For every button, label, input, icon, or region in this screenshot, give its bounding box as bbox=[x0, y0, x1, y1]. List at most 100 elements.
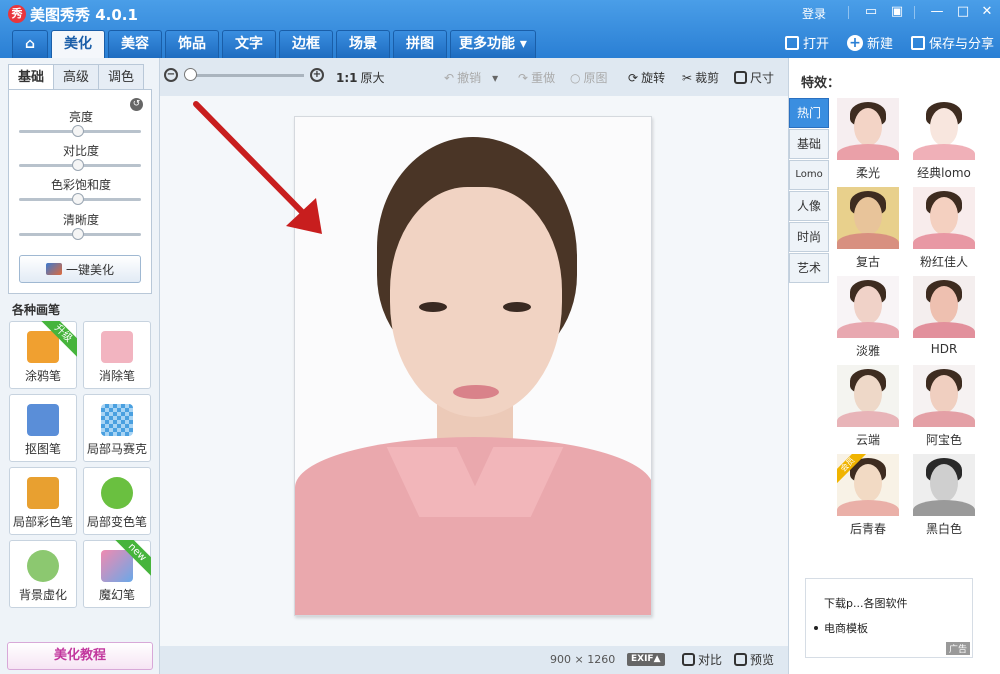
vip-label: 会员 bbox=[837, 454, 867, 484]
message-icon[interactable]: ▭ bbox=[860, 3, 882, 21]
chevron-down-icon[interactable]: ▾ bbox=[492, 71, 498, 85]
brush-recolor[interactable]: 局部变色笔 bbox=[83, 467, 151, 535]
subtab-color[interactable]: 调色 bbox=[98, 64, 144, 90]
effect-item[interactable]: 柔光 bbox=[833, 98, 903, 181]
brightness-knob[interactable] bbox=[72, 125, 84, 137]
minimize-icon[interactable]: — bbox=[926, 3, 948, 21]
effect-label: 后青春 bbox=[849, 522, 886, 536]
redo-button[interactable]: ↷ 重做 bbox=[518, 69, 555, 86]
effect-label: 黑白色 bbox=[925, 522, 962, 536]
brightness-label: 亮度 bbox=[68, 110, 93, 124]
brush-magic[interactable]: 魔幻笔 new bbox=[83, 540, 151, 608]
contrast-knob[interactable] bbox=[72, 159, 84, 171]
effect-thumbnail bbox=[913, 98, 975, 160]
compare-button[interactable]: 对比 bbox=[682, 651, 722, 668]
thumb-face bbox=[854, 286, 882, 324]
maximize-icon[interactable]: □ bbox=[952, 3, 974, 21]
tab-beautify[interactable]: 美化 bbox=[51, 30, 105, 58]
open-button[interactable]: 打开 bbox=[784, 33, 829, 52]
portrait-photo[interactable] bbox=[294, 116, 652, 616]
one-key-label: 一键美化 bbox=[65, 262, 114, 277]
thumb-face bbox=[930, 375, 958, 413]
brush-bg-blur[interactable]: 背景虚化 bbox=[9, 540, 77, 608]
effect-thumbnail bbox=[837, 276, 899, 338]
saturation-knob[interactable] bbox=[72, 193, 84, 205]
tab-scene[interactable]: 场景 bbox=[336, 30, 390, 58]
effect-item[interactable]: 黑白色 bbox=[909, 454, 979, 537]
thumb-shirt bbox=[913, 233, 975, 249]
ad-box[interactable]: 下载p...各图软件 电商模板 广告 bbox=[805, 578, 973, 658]
tab-home[interactable]: ⌂ bbox=[12, 30, 48, 58]
brush-eraser[interactable]: 消除笔 bbox=[83, 321, 151, 389]
category-basic[interactable]: 基础 bbox=[789, 129, 829, 159]
image-width: 900 bbox=[550, 653, 571, 666]
effect-item[interactable]: 复古 bbox=[833, 187, 903, 270]
thumb-face bbox=[930, 108, 958, 146]
brush-doodle[interactable]: 涂鸦笔 升级 bbox=[9, 321, 77, 389]
brush-label: 魔幻笔 bbox=[98, 588, 135, 602]
preview-button[interactable]: 预览 bbox=[734, 651, 774, 668]
brush-label: 消除笔 bbox=[98, 369, 135, 383]
new-ribbon: new bbox=[115, 540, 151, 576]
sharpness-knob[interactable] bbox=[72, 228, 84, 240]
effect-thumbnail bbox=[837, 98, 899, 160]
menu-icon[interactable]: ▣ bbox=[886, 3, 908, 21]
thumb-face bbox=[930, 464, 958, 502]
subtab-advanced[interactable]: 高级 bbox=[53, 64, 99, 90]
zoom-ratio: 1:1 bbox=[336, 70, 358, 85]
login-link[interactable]: 登录 bbox=[802, 5, 826, 22]
effect-item[interactable]: 淡雅 bbox=[833, 276, 903, 359]
save-share-button[interactable]: 保存与分享 bbox=[910, 33, 994, 52]
effect-item[interactable]: 会员后青春 bbox=[833, 454, 903, 537]
brushes-heading: 各种画笔 bbox=[12, 303, 61, 317]
zoom-in-icon[interactable]: + bbox=[310, 68, 324, 82]
tab-more[interactable]: 更多功能 ▾ bbox=[450, 30, 536, 58]
divider bbox=[914, 6, 915, 19]
brush-mosaic[interactable]: 局部马赛克 bbox=[83, 394, 151, 462]
rotate-button[interactable]: ⟳ 旋转 bbox=[628, 69, 665, 86]
subtab-basic[interactable]: 基础 bbox=[8, 64, 54, 90]
category-art[interactable]: 艺术 bbox=[789, 253, 829, 283]
category-fashion[interactable]: 时尚 bbox=[789, 222, 829, 252]
tab-text[interactable]: 文字 bbox=[222, 30, 276, 58]
category-hot[interactable]: 热门 bbox=[789, 98, 829, 128]
original-size-button[interactable]: 1:1 原大 bbox=[336, 69, 385, 86]
close-icon[interactable]: ✕ bbox=[976, 3, 998, 21]
tab-accessories[interactable]: 饰品 bbox=[165, 30, 219, 58]
photo-eye bbox=[419, 302, 447, 312]
crop-button[interactable]: ✂ 裁剪 bbox=[682, 69, 719, 86]
crop-label: 裁剪 bbox=[695, 71, 720, 85]
new-button[interactable]: + 新建 bbox=[846, 33, 893, 52]
undo-button[interactable]: ↶ 撤销 ▾ bbox=[444, 69, 498, 86]
tutorial-button[interactable]: 美化教程 bbox=[7, 642, 153, 670]
zoom-slider[interactable] bbox=[186, 74, 304, 77]
original-button[interactable]: ○ 原图 bbox=[570, 69, 608, 86]
effect-item[interactable]: 粉红佳人 bbox=[909, 187, 979, 270]
divider bbox=[848, 6, 849, 19]
tab-collage[interactable]: 拼图 bbox=[393, 30, 447, 58]
new-label: 新建 bbox=[866, 37, 893, 52]
brush-cutout[interactable]: 抠图笔 bbox=[9, 394, 77, 462]
zoom-out-icon[interactable]: − bbox=[164, 68, 178, 82]
category-portrait[interactable]: 人像 bbox=[789, 191, 829, 221]
folder-icon bbox=[784, 35, 799, 50]
ad-text: 下载p...各图软件 bbox=[824, 597, 908, 610]
category-lomo[interactable]: Lomo bbox=[789, 160, 829, 190]
tab-makeup[interactable]: 美容 bbox=[108, 30, 162, 58]
zoom-knob[interactable] bbox=[184, 68, 197, 81]
effect-item[interactable]: HDR bbox=[909, 276, 979, 356]
tab-border[interactable]: 边框 bbox=[279, 30, 333, 58]
effect-item[interactable]: 经典lomo bbox=[909, 98, 979, 181]
ad-tag: 广告 bbox=[945, 642, 970, 655]
effect-thumbnail bbox=[837, 365, 899, 427]
redo-label: 重做 bbox=[531, 71, 556, 85]
resize-button[interactable]: 尺寸 bbox=[734, 69, 774, 86]
exif-button[interactable]: EXIF▲ bbox=[627, 653, 665, 666]
mosaic-icon bbox=[101, 404, 133, 436]
effect-item[interactable]: 阿宝色 bbox=[909, 365, 979, 448]
brush-label: 局部彩色笔 bbox=[12, 515, 73, 529]
one-key-beautify-button[interactable]: 一键美化 bbox=[19, 255, 141, 283]
brush-local-color[interactable]: 局部彩色笔 bbox=[9, 467, 77, 535]
effect-item[interactable]: 云端 bbox=[833, 365, 903, 448]
thumb-face bbox=[854, 197, 882, 235]
